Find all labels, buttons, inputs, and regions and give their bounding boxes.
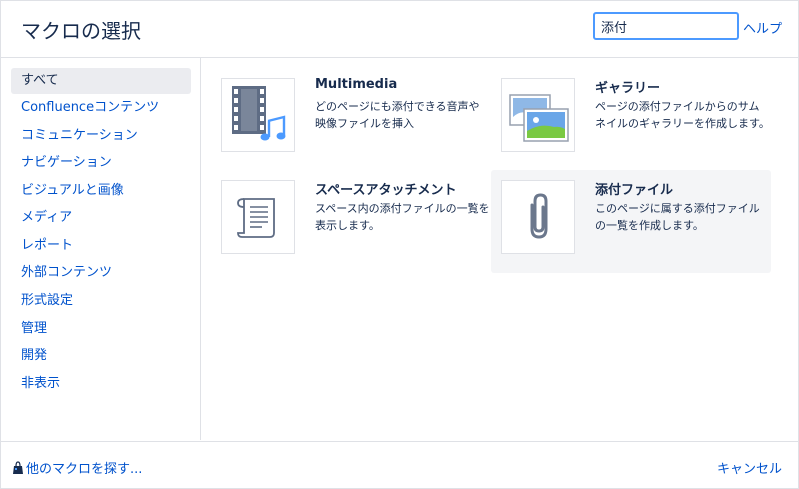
sidebar-item-media[interactable]: メディア [11,205,191,231]
macro-description: このページに属する添付ファイルの一覧を作成します。 [595,202,760,232]
macro-card-space-attachments[interactable]: スペースアタッチメント スペース内の添付ファイルの一覧を表示します。 [211,170,491,270]
sidebar-item-reporting[interactable]: レポート [11,233,191,259]
sidebar-item-formatting[interactable]: 形式設定 [11,288,191,314]
sidebar-item-admin[interactable]: 管理 [11,316,191,342]
sidebar-item-external-content[interactable]: 外部コンテンツ [11,260,191,286]
macro-title: スペースアタッチメント [315,183,457,198]
find-more-macros-link[interactable]: 他のマクロを探す... [12,458,142,477]
gallery-icon [501,78,575,152]
macro-description: スペース内の添付ファイルの一覧を表示します。 [315,202,490,232]
macro-title: Multimedia [315,77,398,92]
sidebar-item-hidden[interactable]: 非表示 [11,371,191,397]
sidebar-item-development[interactable]: 開発 [11,343,191,369]
cancel-button[interactable]: キャンセル [717,458,782,477]
dialog-title: マクロの選択 [21,19,141,43]
sidebar-item-navigation[interactable]: ナビゲーション [11,150,191,176]
macro-list: Multimedia どのページにも添付できる音声や映像ファイルを挿入 ギャラリ… [201,58,798,440]
category-sidebar: すべて Confluenceコンテンツ コミュニケーション ナビゲーション ビジ… [1,58,201,440]
marketplace-bag-icon [13,461,23,474]
sidebar-item-visuals-images[interactable]: ビジュアルと画像 [11,178,191,204]
paperclip-icon [501,180,575,254]
find-more-label: 他のマクロを探す... [26,462,143,477]
dialog-header: マクロの選択 ヘルプ [1,1,798,58]
sidebar-item-all[interactable]: すべて [11,68,191,94]
multimedia-icon [221,78,295,152]
macro-card-gallery[interactable]: ギャラリー ページの添付ファイルからのサムネイルのギャラリーを作成します。 [491,68,771,168]
macro-title: 添付ファイル [595,183,674,198]
search-input[interactable] [593,12,739,40]
sidebar-item-communication[interactable]: コミュニケーション [11,123,191,149]
macro-title: ギャラリー [595,81,661,96]
help-link[interactable]: ヘルプ [743,18,782,37]
macro-description: ページの添付ファイルからのサムネイルのギャラリーを作成します。 [595,100,770,130]
macro-browser-dialog: マクロの選択 ヘルプ すべて Confluenceコンテンツ コミュニケーション… [0,0,799,489]
macro-description: どのページにも添付できる音声や映像ファイルを挿入 [315,100,480,130]
dialog-footer: 他のマクロを探す... キャンセル [1,441,798,489]
macro-card-attachments[interactable]: 添付ファイル このページに属する添付ファイルの一覧を作成します。 [491,170,771,273]
sidebar-item-confluence-content[interactable]: Confluenceコンテンツ [11,95,191,121]
macro-card-multimedia[interactable]: Multimedia どのページにも添付できる音声や映像ファイルを挿入 [211,68,491,168]
scroll-icon [221,180,295,254]
